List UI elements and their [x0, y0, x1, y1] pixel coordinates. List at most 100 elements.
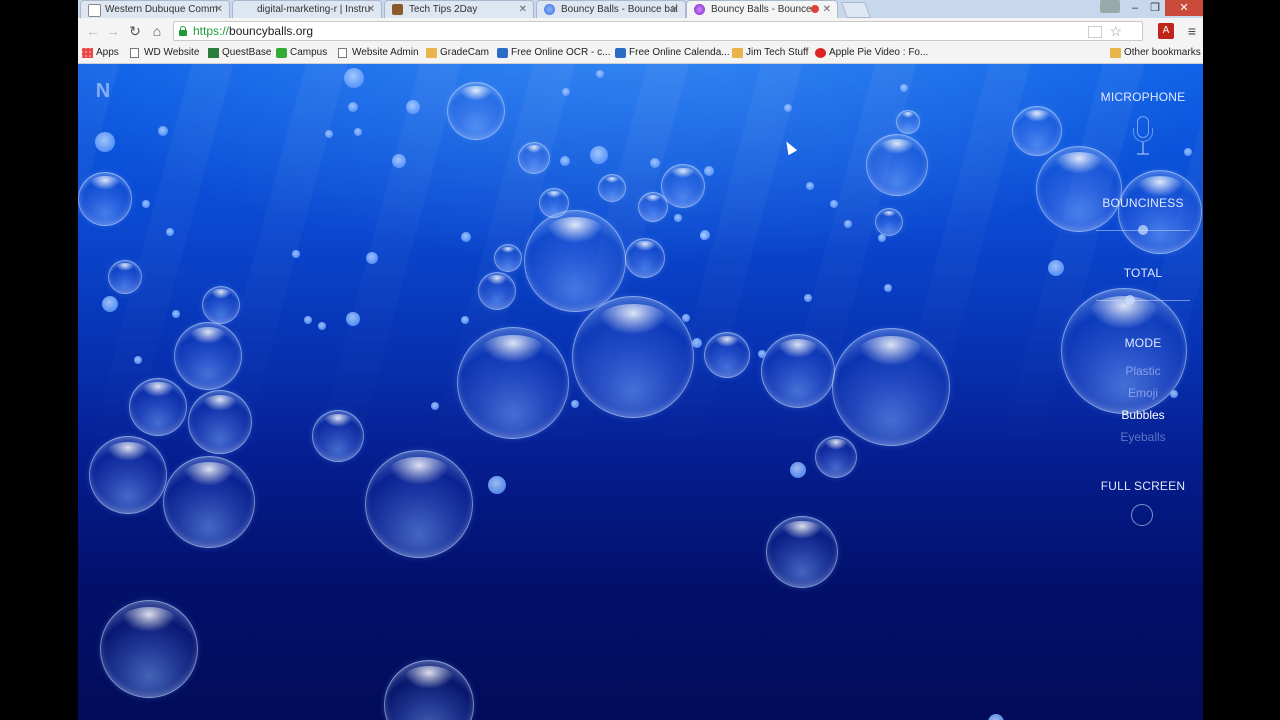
microphone-icon[interactable]: [1132, 116, 1154, 164]
bubble[interactable]: [766, 516, 838, 588]
tab-digital-marketing[interactable]: digital-marketing-r | Instru ✕: [232, 0, 382, 18]
bookmark-free-online-ocr[interactable]: Free Online OCR - c...: [497, 46, 610, 60]
small-bubble: [354, 128, 362, 136]
full-screen-button[interactable]: [1131, 504, 1153, 526]
bookmark-jim-tech-stuff[interactable]: Jim Tech Stuff: [732, 46, 808, 60]
tab-bouncy-balls-active[interactable]: Bouncy Balls - Bounce ✕: [686, 0, 838, 18]
browser-toolbar: ← → ↻ ⌂ https://bouncyballs.org ☆: [78, 18, 1203, 44]
other-bookmarks[interactable]: Other bookmarks: [1110, 46, 1201, 60]
tab-tech-tips[interactable]: Tech Tips 2Day ✕: [384, 0, 534, 18]
mode-option-bubbles[interactable]: Bubbles: [1088, 408, 1198, 422]
bubble[interactable]: [447, 82, 505, 140]
bubble[interactable]: [625, 238, 665, 278]
bookmark-wd-website[interactable]: WD Website: [130, 46, 199, 60]
bookmark-gradecam[interactable]: GradeCam: [426, 46, 489, 60]
bookmark-campus[interactable]: Campus: [276, 46, 327, 60]
lock-icon: [179, 26, 187, 36]
profile-icon[interactable]: [1100, 0, 1120, 13]
bubble[interactable]: [524, 210, 626, 312]
bubble[interactable]: [832, 328, 950, 446]
bubble[interactable]: [598, 174, 626, 202]
forward-arrow-icon[interactable]: →: [104, 22, 122, 40]
small-bubble: [571, 400, 579, 408]
bubble-canvas[interactable]: N MICROPHONE BOUNCINESS TOTAL MODE Plast…: [78, 64, 1203, 720]
pdf-extension-icon[interactable]: A: [1158, 23, 1174, 39]
bubble[interactable]: [384, 660, 474, 720]
bubble[interactable]: [78, 172, 132, 226]
mode-option-plastic[interactable]: Plastic: [1088, 364, 1198, 378]
new-tab-button[interactable]: [841, 2, 871, 18]
bookmark-apple-pie-video[interactable]: Apple Pie Video : Fo...: [815, 46, 928, 60]
total-slider[interactable]: [1096, 295, 1190, 305]
bubble[interactable]: [761, 334, 835, 408]
bubble[interactable]: [100, 600, 198, 698]
bubble[interactable]: [202, 286, 240, 324]
bouncy-balls-icon: [544, 4, 555, 15]
bookmark-website-admin[interactable]: Website Admin: [338, 46, 419, 60]
tab-close-icon[interactable]: ✕: [215, 1, 223, 18]
small-bubble: [700, 232, 708, 240]
calendar-icon: [615, 48, 626, 58]
bookmark-questbase[interactable]: QuestBase: [208, 46, 271, 60]
bookmark-free-online-calendar[interactable]: Free Online Calenda...: [615, 46, 730, 60]
back-arrow-icon[interactable]: ←: [84, 22, 102, 40]
small-bubble: [158, 126, 168, 136]
tab-western-dubuque[interactable]: Western Dubuque Comm ✕: [80, 0, 230, 18]
tab-close-icon[interactable]: ✕: [519, 1, 527, 18]
bubble[interactable]: [875, 208, 903, 236]
tab-close-icon[interactable]: ✕: [367, 1, 375, 18]
small-bubble: [596, 70, 604, 78]
bubble[interactable]: [108, 260, 142, 294]
bubble[interactable]: [478, 272, 516, 310]
small-bubble: [166, 228, 174, 236]
tab-close-icon[interactable]: ✕: [671, 1, 679, 18]
bubble[interactable]: [572, 296, 694, 418]
site-logo-icon[interactable]: N: [88, 76, 118, 106]
bubble[interactable]: [457, 327, 569, 439]
mode-option-eyeballs[interactable]: Eyeballs: [1088, 430, 1198, 444]
recording-icon: [811, 5, 819, 13]
bubble[interactable]: [494, 244, 522, 272]
mode-label: MODE: [1124, 336, 1162, 350]
small-bubble: [784, 104, 792, 112]
bookmark-star-icon[interactable]: ☆: [1109, 23, 1122, 40]
bubble[interactable]: [539, 188, 569, 218]
bubble[interactable]: [815, 436, 857, 478]
bubble[interactable]: [129, 378, 187, 436]
bubble[interactable]: [312, 410, 364, 462]
small-bubble: [560, 156, 570, 166]
home-icon[interactable]: ⌂: [148, 22, 166, 40]
bounciness-slider-knob[interactable]: [1138, 225, 1148, 235]
mode-option-emoji[interactable]: Emoji: [1088, 386, 1198, 400]
small-bubble: [692, 338, 702, 348]
small-bubble: [431, 402, 439, 410]
ocr-icon: [497, 48, 508, 58]
bubble[interactable]: [89, 436, 167, 514]
address-bar[interactable]: https://bouncyballs.org ☆: [173, 21, 1143, 41]
bubble[interactable]: [704, 332, 750, 378]
page-action-icon[interactable]: [1088, 26, 1102, 38]
small-bubble: [900, 84, 908, 92]
bubble[interactable]: [638, 192, 668, 222]
reload-icon[interactable]: ↻: [126, 22, 144, 40]
small-bubble: [884, 284, 892, 292]
controls-panel: MICROPHONE BOUNCINESS TOTAL MODE Plastic…: [1088, 64, 1198, 720]
bubble[interactable]: [365, 450, 473, 558]
bubble[interactable]: [866, 134, 928, 196]
bubble[interactable]: [661, 164, 705, 208]
close-window-button[interactable]: ✕: [1165, 0, 1203, 16]
total-slider-knob[interactable]: [1125, 295, 1136, 305]
bubble[interactable]: [188, 390, 252, 454]
tab-strip: Western Dubuque Comm ✕ digital-marketing…: [78, 0, 1203, 18]
bookmark-apps[interactable]: Apps: [82, 46, 119, 60]
bubble[interactable]: [896, 110, 920, 134]
bubble[interactable]: [518, 142, 550, 174]
chrome-menu-icon[interactable]: ≡: [1184, 23, 1200, 39]
bounciness-slider[interactable]: [1096, 225, 1190, 235]
small-bubble: [806, 182, 814, 190]
bubble[interactable]: [174, 322, 242, 390]
bubble[interactable]: [1012, 106, 1062, 156]
tab-close-icon[interactable]: ✕: [823, 1, 831, 18]
bubble[interactable]: [163, 456, 255, 548]
tab-bouncy-balls-1[interactable]: Bouncy Balls - Bounce bal ✕: [536, 0, 686, 18]
